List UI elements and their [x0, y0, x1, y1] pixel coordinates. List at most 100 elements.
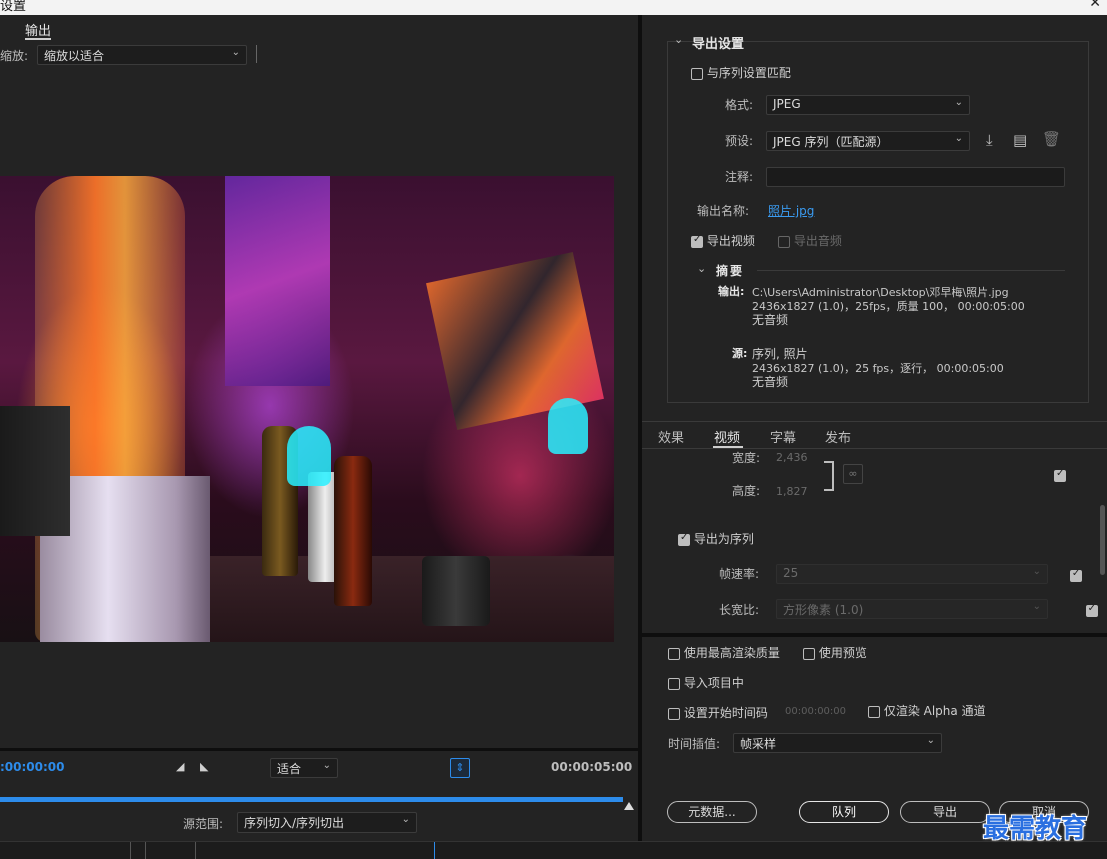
import-preset-icon[interactable]: ▤ — [1013, 131, 1027, 149]
chevron-down-icon: ⌄ — [322, 760, 331, 771]
aspect-label: 长宽比: — [719, 603, 760, 617]
source-range-dropdown[interactable]: 序列切入/序列切出 ⌄ — [237, 812, 417, 833]
chevron-down-icon: ⌄ — [1032, 601, 1041, 612]
tab-output[interactable]: 输出 — [25, 20, 51, 39]
export-sequence-checkbox[interactable] — [678, 532, 690, 546]
divider — [145, 842, 146, 859]
timeline-bar[interactable] — [0, 797, 623, 802]
in-point-icon[interactable]: ◢ — [176, 760, 184, 773]
format-value: JPEG — [773, 97, 801, 111]
framerate-dropdown[interactable]: 25 ⌄ — [776, 564, 1048, 584]
chevron-down-icon: ⌄ — [954, 97, 963, 108]
format-label: 格式: — [725, 98, 754, 112]
fit-value: 适合 — [277, 762, 302, 776]
match-sequence-checkbox[interactable] — [691, 67, 703, 80]
dimensions-match-checkbox[interactable] — [1054, 468, 1066, 482]
alpha-only-row[interactable]: 仅渲染 Alpha 通道 — [868, 702, 986, 719]
export-audio-row[interactable]: 导出音频 — [778, 232, 842, 249]
image-cup — [422, 556, 490, 626]
scale-label: 缩放: — [0, 49, 29, 63]
fit-to-frame-icon[interactable]: ⇕ — [450, 758, 470, 778]
match-sequence-row[interactable]: 与序列设置匹配 — [691, 64, 791, 81]
chevron-down-icon: ⌄ — [231, 47, 240, 58]
format-dropdown[interactable]: JPEG ⌄ — [766, 95, 970, 115]
use-preview-row[interactable]: 使用预览 — [803, 644, 867, 661]
scrollbar[interactable] — [1100, 505, 1105, 575]
export-video-checkbox[interactable] — [691, 234, 703, 248]
divider — [130, 842, 131, 859]
alpha-only-label: 仅渲染 Alpha 通道 — [883, 704, 986, 718]
image-wall-stickers — [225, 176, 330, 386]
metadata-button[interactable]: 元数据... — [667, 801, 757, 823]
image-arm — [0, 406, 70, 536]
export-audio-label: 导出音频 — [793, 234, 842, 248]
image-neon-figure — [548, 398, 588, 454]
link-bracket — [824, 461, 834, 491]
start-timecode-value[interactable]: 00:00:00:00 — [785, 706, 846, 717]
tab-publish[interactable]: 发布 — [825, 427, 851, 446]
start-timecode-checkbox[interactable] — [668, 707, 680, 720]
playhead-icon[interactable] — [624, 802, 634, 810]
alpha-only-checkbox[interactable] — [868, 705, 880, 718]
timeline-marker — [434, 842, 435, 859]
max-render-row[interactable]: 使用最高渲染质量 — [668, 644, 780, 661]
export-sequence-row[interactable]: 导出为序列 — [678, 530, 754, 547]
fit-dropdown[interactable]: 适合 ⌄ — [270, 758, 338, 778]
height-value[interactable]: 1,827 — [776, 485, 808, 498]
framerate-match-checkbox[interactable] — [1069, 568, 1082, 582]
horizontal-splitter[interactable] — [642, 633, 1107, 637]
tab-video[interactable]: 视频 — [714, 427, 740, 446]
save-preset-icon[interactable]: ⤓ — [986, 131, 993, 149]
width-value[interactable]: 2,436 — [776, 451, 808, 464]
aspect-dropdown[interactable]: 方形像素 (1.0) ⌄ — [776, 599, 1048, 619]
aspect-match-checkbox[interactable] — [1085, 603, 1098, 617]
import-project-checkbox[interactable] — [668, 677, 680, 690]
chevron-down-icon: ⌄ — [401, 814, 410, 825]
divider — [195, 842, 196, 859]
scale-dropdown[interactable]: 缩放以适合 ⌄ — [37, 45, 247, 65]
interpolation-dropdown[interactable]: 帧采样 ⌄ — [733, 733, 942, 753]
queue-button[interactable]: 队列 — [799, 801, 889, 823]
export-audio-checkbox[interactable] — [778, 235, 790, 248]
export-video-row[interactable]: 导出视频 — [691, 232, 755, 249]
import-project-label: 导入项目中 — [683, 676, 744, 690]
export-video-label: 导出视频 — [706, 234, 755, 248]
horizontal-divider — [0, 748, 638, 751]
summary-source-label: 源: — [732, 347, 748, 360]
chevron-down-icon[interactable]: ⌄ — [674, 33, 683, 46]
aspect-value: 方形像素 (1.0) — [783, 603, 864, 617]
output-name-label: 输出名称: — [697, 204, 750, 218]
image-table — [190, 556, 614, 642]
image-neon-figure — [287, 426, 331, 486]
import-project-row[interactable]: 导入项目中 — [668, 674, 744, 691]
title-bar: 设置 ✕ — [0, 0, 1107, 15]
export-button[interactable]: 导出 — [900, 801, 990, 823]
preset-dropdown[interactable]: JPEG 序列（匹配源） ⌄ — [766, 131, 970, 151]
start-timecode-label: 设置开始时间码 — [683, 706, 768, 720]
width-label: 宽度: — [732, 451, 761, 465]
max-render-checkbox[interactable] — [668, 647, 680, 660]
preset-label: 预设: — [725, 134, 754, 148]
comment-label: 注释: — [725, 170, 754, 184]
summary-output-audio: 无音频 — [752, 313, 789, 327]
timecode-current[interactable]: :00:00:00 — [0, 760, 65, 774]
summary-source-audio: 无音频 — [752, 375, 789, 389]
link-icon[interactable]: ∞ — [843, 464, 863, 484]
preset-value: JPEG 序列（匹配源） — [773, 135, 889, 149]
max-render-label: 使用最高渲染质量 — [683, 646, 780, 660]
start-timecode-row[interactable]: 设置开始时间码 — [668, 704, 768, 721]
interpolation-value: 帧采样 — [740, 737, 777, 751]
close-icon[interactable]: ✕ — [1089, 0, 1101, 11]
out-point-icon[interactable]: ◣ — [200, 760, 208, 773]
tab-effects[interactable]: 效果 — [658, 427, 684, 446]
use-preview-checkbox[interactable] — [803, 647, 815, 660]
tab-underline — [25, 38, 51, 40]
chevron-down-icon[interactable]: ⌄ — [697, 262, 706, 275]
output-name-link[interactable]: 照片.jpg — [768, 202, 814, 219]
comment-input[interactable] — [766, 167, 1065, 187]
timecode-end: 00:00:05:00 — [551, 760, 633, 774]
export-sequence-label: 导出为序列 — [693, 532, 754, 546]
footer-strip — [0, 841, 1107, 859]
tab-captions[interactable]: 字幕 — [770, 427, 796, 446]
trash-icon[interactable]: 🗑 — [1042, 130, 1061, 148]
